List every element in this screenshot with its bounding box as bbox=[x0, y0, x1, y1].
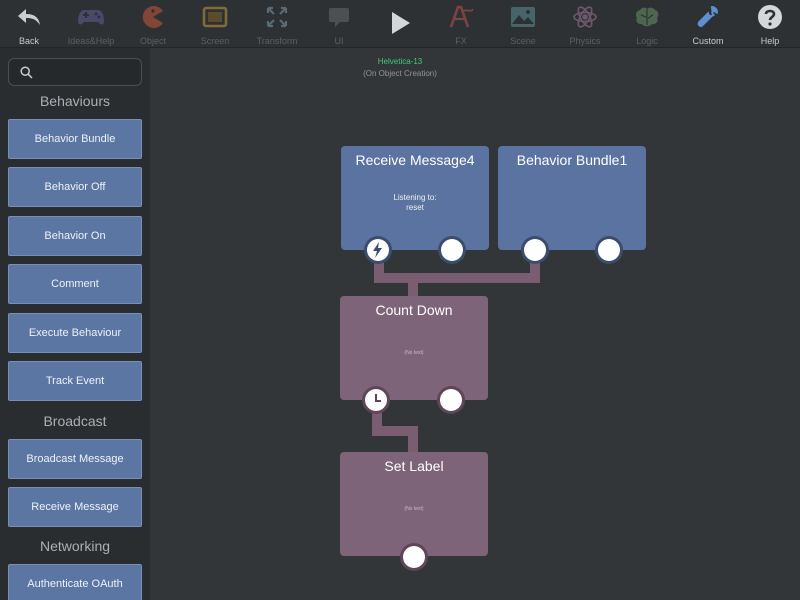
node-set-label[interactable]: Set Label (No text) bbox=[340, 452, 488, 556]
toolbar-play-button[interactable] bbox=[368, 0, 432, 48]
node-title: Behavior Bundle1 bbox=[516, 152, 628, 168]
toolbar-physics-button[interactable]: Physics bbox=[553, 0, 617, 48]
palette-item-comment[interactable]: Comment bbox=[8, 264, 142, 304]
node-note: (No text) bbox=[404, 350, 424, 356]
node-title: Receive Message4 bbox=[355, 152, 475, 168]
toolbar-ideas-help-button[interactable]: Ideas&Help bbox=[59, 0, 123, 48]
play-icon bbox=[385, 10, 415, 36]
help-icon bbox=[755, 4, 785, 30]
search-icon bbox=[20, 66, 33, 84]
palette-item-authenticate-oauth[interactable]: Authenticate OAuth bbox=[8, 564, 142, 600]
palette-item-behavior-off[interactable]: Behavior Off bbox=[8, 167, 142, 207]
setlabel-output-port[interactable] bbox=[403, 546, 425, 568]
palette-item-behavior-bundle[interactable]: Behavior Bundle bbox=[8, 119, 142, 159]
node-note: (No text) bbox=[404, 506, 424, 512]
countdown-output-port[interactable] bbox=[440, 389, 462, 411]
transform-arrows-icon bbox=[262, 4, 292, 30]
section-title-broadcast: Broadcast bbox=[43, 413, 107, 429]
wire-into-setlabel bbox=[408, 426, 418, 454]
toolbar-ui-button[interactable]: UI bbox=[307, 0, 371, 48]
countdown-timer-port[interactable] bbox=[365, 389, 387, 411]
node-receive-message[interactable]: Receive Message4 Listening to: reset bbox=[341, 146, 489, 250]
speech-bubble-icon bbox=[324, 4, 354, 30]
toolbar-fx-button[interactable]: FX bbox=[429, 0, 493, 48]
toolbar-custom-button[interactable]: Custom bbox=[676, 0, 740, 48]
toolbar-object-button[interactable]: Object bbox=[121, 0, 185, 48]
section-title-behaviours: Behaviours bbox=[39, 93, 111, 109]
logic-canvas[interactable]: Helvetica-13 (On Object Creation) Receiv… bbox=[150, 48, 800, 600]
top-toolbar: Back Ideas&Help Object Screen Transform … bbox=[0, 0, 800, 48]
toolbar-transform-button[interactable]: Transform bbox=[245, 0, 309, 48]
node-title: Count Down bbox=[375, 302, 453, 318]
receive-trigger-port[interactable] bbox=[367, 239, 389, 261]
pacman-icon bbox=[138, 4, 168, 30]
object-name-label: Helvetica-13 bbox=[377, 57, 423, 66]
receive-output-port[interactable] bbox=[441, 239, 463, 261]
toolbar-back-button[interactable]: Back bbox=[0, 0, 61, 48]
section-title-networking: Networking bbox=[39, 538, 111, 554]
node-behavior-bundle[interactable]: Behavior Bundle1 bbox=[498, 146, 646, 250]
node-title: Set Label bbox=[384, 458, 444, 474]
landscape-icon bbox=[508, 4, 538, 30]
wire-horizontal-top bbox=[374, 273, 540, 283]
palette-search-input[interactable] bbox=[8, 58, 142, 86]
back-arrow-icon bbox=[14, 4, 44, 30]
bundle-input-port[interactable] bbox=[524, 239, 546, 261]
wire-into-countdown bbox=[408, 273, 418, 297]
screen-icon bbox=[200, 4, 230, 30]
node-listening-value: reset bbox=[406, 203, 424, 212]
toolbar-logic-button[interactable]: Logic bbox=[615, 0, 679, 48]
bundle-output-port[interactable] bbox=[598, 239, 620, 261]
toolbar-scene-button[interactable]: Scene bbox=[491, 0, 555, 48]
toolbar-help-button[interactable]: Help bbox=[738, 0, 800, 48]
node-count-down[interactable]: Count Down (No text) bbox=[340, 296, 488, 400]
object-event-label: (On Object Creation) bbox=[363, 69, 437, 78]
clock-icon bbox=[375, 394, 381, 402]
gamepad-icon bbox=[76, 4, 106, 30]
palette-item-track-event[interactable]: Track Event bbox=[8, 361, 142, 401]
toolbar-screen-button[interactable]: Screen bbox=[183, 0, 247, 48]
behaviour-palette-sidebar: Behaviours Behavior Bundle Behavior Off … bbox=[0, 48, 150, 600]
brain-icon bbox=[632, 4, 662, 30]
fx-icon bbox=[446, 4, 476, 30]
lightning-icon bbox=[373, 242, 382, 258]
node-listening-label: Listening to: bbox=[393, 193, 437, 202]
palette-item-execute-behaviour[interactable]: Execute Behaviour bbox=[8, 313, 142, 353]
palette-item-behavior-on[interactable]: Behavior On bbox=[8, 216, 142, 256]
atom-icon bbox=[570, 4, 600, 30]
wrench-icon bbox=[693, 4, 723, 30]
palette-item-broadcast-message[interactable]: Broadcast Message bbox=[8, 439, 142, 479]
palette-item-receive-message[interactable]: Receive Message bbox=[8, 487, 142, 527]
